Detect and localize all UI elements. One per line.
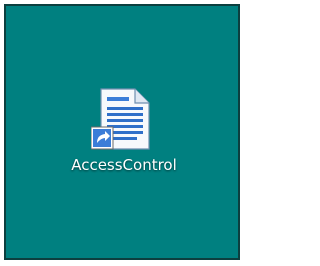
window-border-right <box>238 4 240 260</box>
window-border-left <box>4 4 6 260</box>
window-border-bottom <box>4 258 240 260</box>
desktop-icon-accesscontrol[interactable]: AccessControl <box>62 87 186 207</box>
document-shortcut-icon <box>91 88 150 150</box>
icon-label: AccessControl <box>71 156 177 174</box>
shortcut-arrow-icon <box>91 126 114 150</box>
window-border-top <box>4 4 240 6</box>
desktop-background[interactable]: AccessControl <box>4 4 240 260</box>
